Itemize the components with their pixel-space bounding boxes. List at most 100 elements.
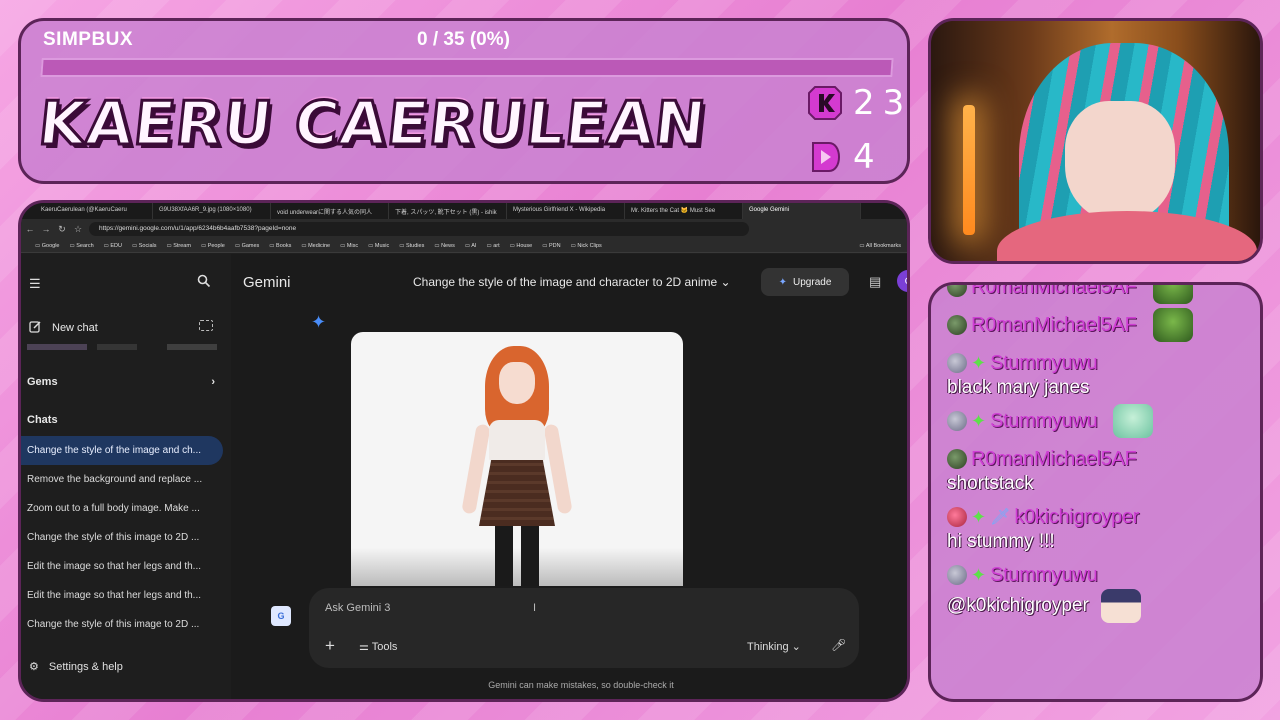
chat-history-item[interactable]: Change the style of this image to 2D ... [21,610,223,639]
back-arrow-icon[interactable]: ← [25,224,35,234]
model-selector[interactable]: Thinking ⌄ [747,640,801,653]
bookmark-folder[interactable]: Medicine [301,243,330,249]
hamburger-menu-icon[interactable]: ☰ [29,276,41,292]
user-badge-icon [947,315,967,335]
gems-section[interactable]: Gems › [27,376,215,388]
gemini-brand[interactable]: Gemini [243,274,291,291]
bookmark-folder[interactable]: People [201,243,225,249]
conversation-title[interactable]: Change the style of the image and charac… [413,275,731,289]
bookmark-folder[interactable]: Music [368,243,389,249]
browser-address-bar: ← → ↻ ☆ https://gemini.google.com/u/1/ap… [21,219,907,239]
user-badge-icon [947,285,967,297]
bookmark-folder[interactable]: House [510,243,532,249]
browser-tab[interactable]: G9U38XfAA6R_9.jpg (1080×1080) [153,203,271,219]
chat-message: ✦ 🗡︎ k0kichigroyper hi stummy !!! [947,501,1247,553]
gems-label: Gems [27,376,58,388]
chevron-right-icon: › [211,376,215,388]
settings-help-label: Settings & help [48,660,123,673]
chat-username[interactable]: R0manMichael5AF [971,285,1137,299]
account-avatar[interactable]: C [897,270,907,292]
bookmark-folder[interactable]: Stream [166,243,191,249]
reload-icon[interactable]: ↻ [57,224,67,235]
bookmark-folder[interactable]: Socials [132,243,157,249]
conversation-title-text: Change the style of the image and charac… [413,275,718,289]
bookmark-folder[interactable]: Books [269,243,291,249]
all-bookmarks-folder[interactable]: All Bookmarks [859,243,901,249]
gemini-sidebar: ☰ New chat Gems › Chats Change the style… [21,254,231,699]
prompt-input[interactable]: Ask Gemini 3 [325,602,390,614]
temporary-chat-icon[interactable] [199,320,213,331]
chat-message-body: hi stummy !!! [947,531,1247,553]
bookmark-folder[interactable]: Misc [340,243,358,249]
tools-label: Tools [371,641,398,653]
new-chat-label: New chat [52,322,98,334]
bookmark-folder[interactable]: Google [35,243,60,249]
browser-tab[interactable]: KaeruCaerulean (@KaeruCaeru [35,203,153,219]
bookmark-folder[interactable]: Nick Clips [571,243,601,249]
chat-username[interactable]: Stummyuwu [990,410,1098,433]
bookmark-folder[interactable]: art [486,243,499,249]
upgrade-button[interactable]: ✦ Upgrade [761,268,849,296]
chat-username[interactable]: Stummyuwu [990,564,1098,587]
add-icon[interactable]: + [325,636,335,656]
twitch-viewer-count: 4 [853,137,883,177]
chat-message-header: ✦ Stummyuwu [947,404,1247,438]
browser-tab[interactable]: 下着, スパッツ, 靴下セット (黒) - ishik [389,203,507,219]
chat-message: R0manMichael5AF [947,308,1247,342]
chat-history-item[interactable]: Remove the background and replace ... [21,465,223,494]
chat-username[interactable]: R0manMichael5AF [971,448,1137,471]
chat-message: ✦ Stummyuwu black mary janes [947,347,1247,399]
bookmark-folder[interactable]: News [434,243,455,249]
bookmark-folder[interactable]: Search [69,243,93,249]
bookmark-icon[interactable]: ☆ [73,224,83,235]
kick-logo-icon [807,85,843,121]
chat-message-text: hi stummy !!! [947,531,1055,552]
url-field[interactable]: https://gemini.google.com/u/1/app/6234b6… [89,222,749,236]
tools-button[interactable]: ⚌ Tools [359,640,397,653]
vtuber-face [1065,101,1175,221]
streamer-name-title: KAERU CAERULEAN [34,88,711,161]
upgrade-label: Upgrade [793,276,832,288]
emote-icon [1100,589,1141,623]
star-badge-icon: ✦ [971,411,987,431]
chat-username[interactable]: Stummyuwu [990,352,1098,375]
translate-icon[interactable]: G [271,606,291,626]
forward-arrow-icon[interactable]: → [41,224,51,234]
chat-username[interactable]: k0kichigroyper [1014,506,1139,529]
chat-message-header: R0manMichael5AF [947,308,1247,342]
generated-image[interactable] [351,332,683,586]
settings-help-button[interactable]: ⚙ Settings & help [29,660,123,674]
kick-viewer-count: 23 [853,83,913,123]
chat-username[interactable]: R0manMichael5AF [971,314,1137,337]
new-chat-button[interactable]: New chat [29,320,98,336]
browser-tab[interactable]: Mysterious Girlfriend X - Wikipedia [507,203,625,219]
chat-message: R0manMichael5AF [947,285,1247,304]
bookmark-folder[interactable]: Studies [399,243,424,249]
chat-history-item[interactable]: Zoom out to a full body image. Make ... [21,494,223,523]
chat-message-text: @k0kichigroyper [947,595,1089,616]
recent-images-strip [27,344,217,350]
webcam-lamp [963,105,975,235]
chat-history-item[interactable]: Edit the image so that her legs and th..… [21,581,223,610]
chat-history-item[interactable]: Change the style of this image to 2D ... [21,523,223,552]
chat-message-list: R0manMichael5AF R0manMichael5AF ✦ Stummyu… [947,285,1247,629]
bookmark-folder[interactable]: PDN [542,243,561,249]
browser-tab[interactable]: void underwearに関する人気の同人 [271,203,389,219]
star-badge-icon: ✦ [971,353,987,373]
browser-tab-active[interactable]: Google Gemini [743,203,861,219]
chat-history-item-active[interactable]: Change the style of the image and ch... [21,436,223,465]
stream-header-panel: SIMPBUX 0 / 35 (0%) KAERU CAERULEAN 23 4 [18,18,910,184]
microphone-icon[interactable]: 🎤︎ [831,638,846,652]
bookmark-folder[interactable]: EDU [104,243,122,249]
browser-tab-bar: KaeruCaerulean (@KaeruCaeru G9U38XfAA6R_… [21,203,907,219]
sword-badge-icon: 🗡︎ [990,509,1011,526]
webcam-feed [928,18,1263,264]
bookmark-folder[interactable]: Games [235,243,260,249]
bookmark-folder[interactable]: AI [465,243,476,249]
chevron-down-icon: ⌄ [788,641,801,653]
chevron-down-icon: ⌄ [720,275,731,289]
search-icon[interactable] [197,274,211,293]
chat-history-item[interactable]: Edit the image so that her legs and th..… [21,552,223,581]
library-icon[interactable]: ▤ [869,274,881,290]
browser-tab[interactable]: Mr. Kitters the Cat 🐱 Must See [625,203,743,219]
